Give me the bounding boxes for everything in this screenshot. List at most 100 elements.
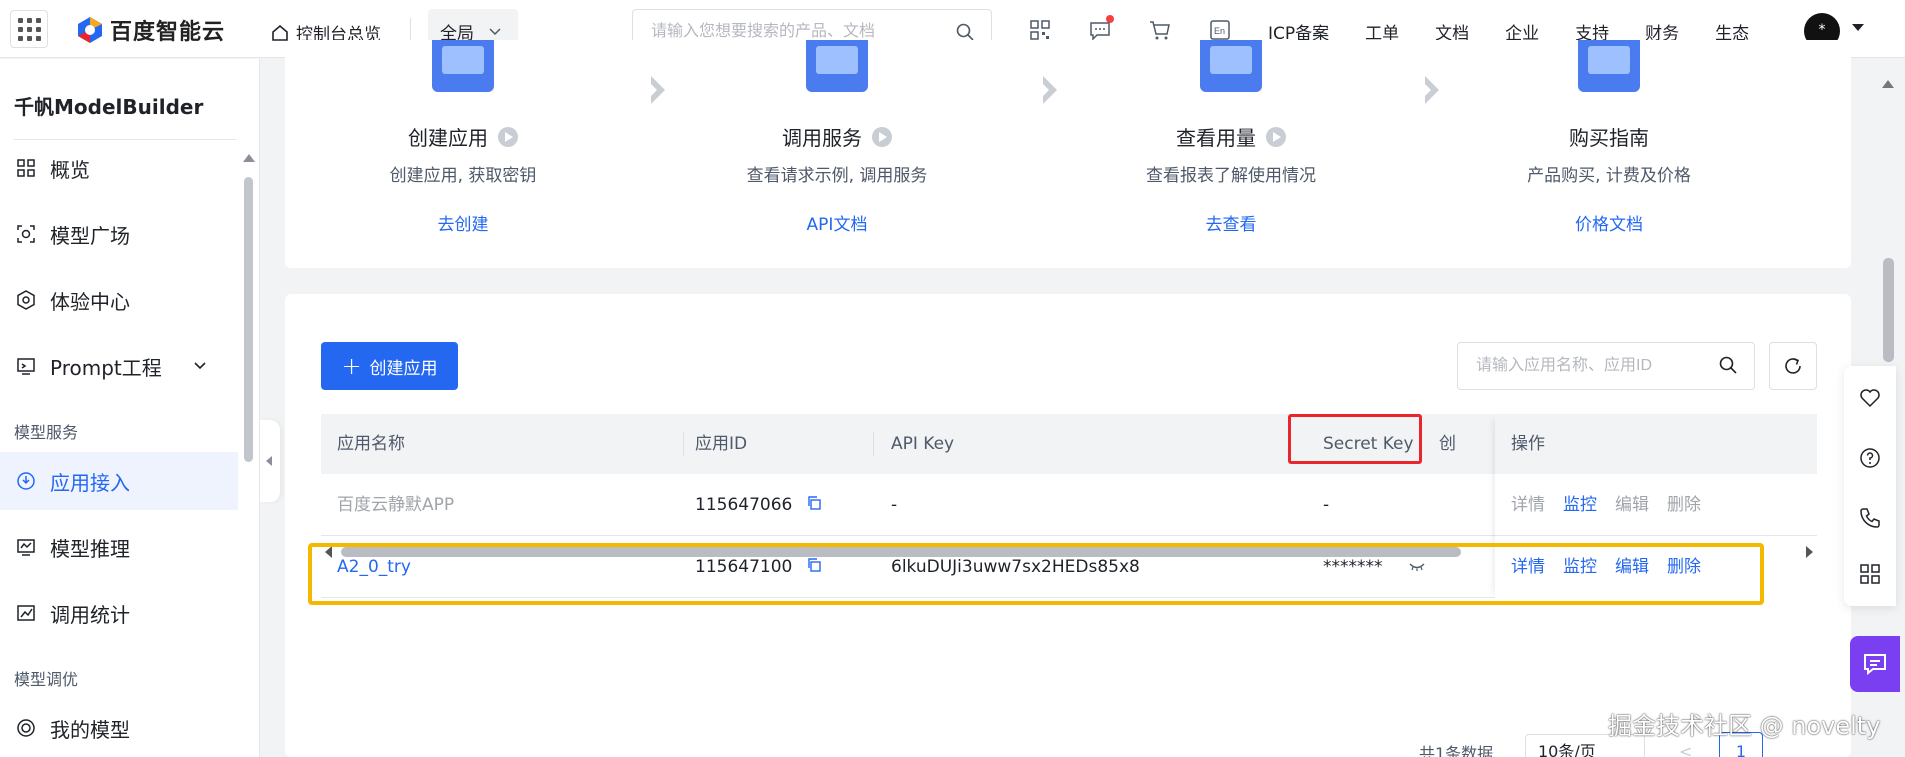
sidebar-item-inference[interactable]: 模型推理 <box>0 518 238 576</box>
col-header-ops: 操作 <box>1511 434 1545 454</box>
row-actions: 详情 监控 编辑 删除 <box>1511 474 1701 536</box>
my-model-icon <box>17 719 35 737</box>
account-caret-icon[interactable] <box>1852 24 1864 31</box>
model-square-icon <box>17 225 35 243</box>
step-view-usage: 查看用量 查看报表了解使用情况 去查看 <box>1081 40 1381 235</box>
app-search <box>1457 342 1755 390</box>
plus-icon: + <box>341 352 362 380</box>
app-access-icon <box>17 472 35 490</box>
table-horizontal-scrollbar[interactable] <box>321 544 1817 558</box>
step-arrow-icon <box>1421 76 1439 104</box>
page-scrollbar[interactable] <box>1883 258 1894 362</box>
step-title-wrap: 查看用量 <box>1081 122 1381 151</box>
home-icon <box>272 24 288 41</box>
col-resizer[interactable] <box>683 432 684 456</box>
create-app-illustration <box>432 40 494 92</box>
page-scroll-up-icon[interactable] <box>1882 80 1894 88</box>
sidebar: 千帆ModelBuilder 概览 模型广场 体验中心 Prompt工程 模型服… <box>0 59 260 757</box>
message-icon[interactable] <box>1088 15 1114 42</box>
scroll-right-icon[interactable] <box>1806 546 1813 558</box>
app-search-input[interactable] <box>1458 343 1708 389</box>
sidebar-item-label: 应用接入 <box>50 470 130 495</box>
stats-icon <box>17 605 35 621</box>
ops-column: 详情 监控 编辑 删除 详情 监控 编辑 删除 <box>1495 474 1817 598</box>
sidebar-collapse-toggle[interactable] <box>260 420 280 502</box>
logo[interactable]: 百度智能云 <box>76 14 225 46</box>
api-key: - <box>891 495 898 515</box>
monitor-action[interactable]: 监控 <box>1563 474 1597 536</box>
app-id: 115647066 <box>695 495 793 515</box>
app-list-card: + 创建应用 应用名称 应用ID API Key Secret Key 创 百度… <box>285 294 1851 757</box>
search-icon[interactable] <box>955 22 975 42</box>
create-app-button[interactable]: + 创建应用 <box>321 342 458 390</box>
eye-closed-icon[interactable] <box>1408 561 1426 573</box>
ops-column-header: 操作 <box>1495 414 1817 474</box>
sidebar-item-prompt[interactable]: Prompt工程 <box>0 337 238 395</box>
pager-total: 共1条数据 <box>1419 744 1494 757</box>
svg-text:En: En <box>1214 26 1225 36</box>
step-link-create[interactable]: 去创建 <box>313 210 613 235</box>
pager-prev-button[interactable]: < <box>1679 742 1692 757</box>
step-link-pricing[interactable]: 价格文档 <box>1459 210 1759 235</box>
help-icon[interactable] <box>1858 446 1882 470</box>
secret-key: - <box>1323 495 1330 515</box>
sidebar-group-service: 模型服务 <box>14 423 79 442</box>
sidebar-scroll-up-icon[interactable] <box>243 154 255 162</box>
phone-icon[interactable] <box>1858 506 1882 530</box>
search-icon[interactable] <box>1718 355 1738 375</box>
step-title: 购买指南 <box>1569 126 1649 150</box>
apps-grid-icon[interactable] <box>1858 562 1882 586</box>
inference-icon <box>17 539 35 556</box>
detail-action: 详情 <box>1511 495 1545 515</box>
step-create-app: 创建应用 创建应用, 获取密钥 去创建 <box>313 40 613 235</box>
step-link-view[interactable]: 去查看 <box>1081 210 1381 235</box>
scrollbar-thumb[interactable] <box>341 547 1461 557</box>
floating-toolbar <box>1844 366 1896 606</box>
step-arrow-icon <box>647 76 665 104</box>
language-icon[interactable]: En <box>1208 18 1232 42</box>
sidebar-item-label: 模型推理 <box>50 536 130 561</box>
sidebar-item-label: 调用统计 <box>50 602 130 627</box>
view-usage-illustration <box>1200 40 1262 92</box>
chevron-down-icon <box>194 362 206 370</box>
step-desc: 产品购买, 计费及价格 <box>1527 166 1691 186</box>
buy-guide-illustration <box>1578 40 1640 92</box>
play-icon[interactable] <box>498 126 518 147</box>
step-title-wrap: 调用服务 <box>687 122 987 151</box>
grid-icon <box>17 159 35 177</box>
step-desc: 创建应用, 获取密钥 <box>389 166 537 186</box>
copy-icon[interactable] <box>806 557 822 573</box>
experience-icon <box>17 290 35 310</box>
sidebar-scrollbar[interactable] <box>244 177 253 462</box>
chevron-left-icon <box>266 456 272 466</box>
sidebar-item-model-square[interactable]: 模型广场 <box>0 205 238 263</box>
col-header-created: 创 <box>1439 434 1456 454</box>
col-header-id: 应用ID <box>695 434 748 454</box>
play-icon[interactable] <box>1266 126 1286 147</box>
step-link-api-docs[interactable]: API文档 <box>687 210 987 235</box>
step-title: 调用服务 <box>782 126 862 150</box>
scroll-left-icon[interactable] <box>325 546 332 558</box>
sidebar-item-app-access[interactable]: 应用接入 <box>0 452 238 510</box>
app-menu-button[interactable] <box>10 10 48 48</box>
sidebar-item-stats[interactable]: 调用统计 <box>0 584 238 642</box>
watermark: 掘金技术社区 @ novelty <box>1608 712 1881 740</box>
call-service-illustration <box>806 40 868 92</box>
play-icon[interactable] <box>872 126 892 147</box>
copy-icon[interactable] <box>806 495 822 511</box>
create-app-label: 创建应用 <box>369 358 438 379</box>
step-title-wrap: 创建应用 <box>313 122 613 151</box>
col-resizer[interactable] <box>873 432 874 456</box>
sidebar-item-my-model[interactable]: 我的模型 <box>0 699 238 757</box>
app-id: 115647100 <box>695 557 793 577</box>
app-name: 百度云静默APP <box>337 495 455 515</box>
chat-assistant-button[interactable] <box>1850 636 1900 692</box>
sidebar-item-experience[interactable]: 体验中心 <box>0 271 238 329</box>
sidebar-item-overview[interactable]: 概览 <box>0 139 238 197</box>
favorite-icon[interactable] <box>1858 386 1882 410</box>
step-title: 创建应用 <box>408 126 488 150</box>
cart-icon[interactable] <box>1148 18 1172 42</box>
refresh-button[interactable] <box>1769 342 1817 390</box>
qrcode-icon[interactable] <box>1028 18 1052 42</box>
app-id-cell: 115647066 <box>695 474 822 536</box>
